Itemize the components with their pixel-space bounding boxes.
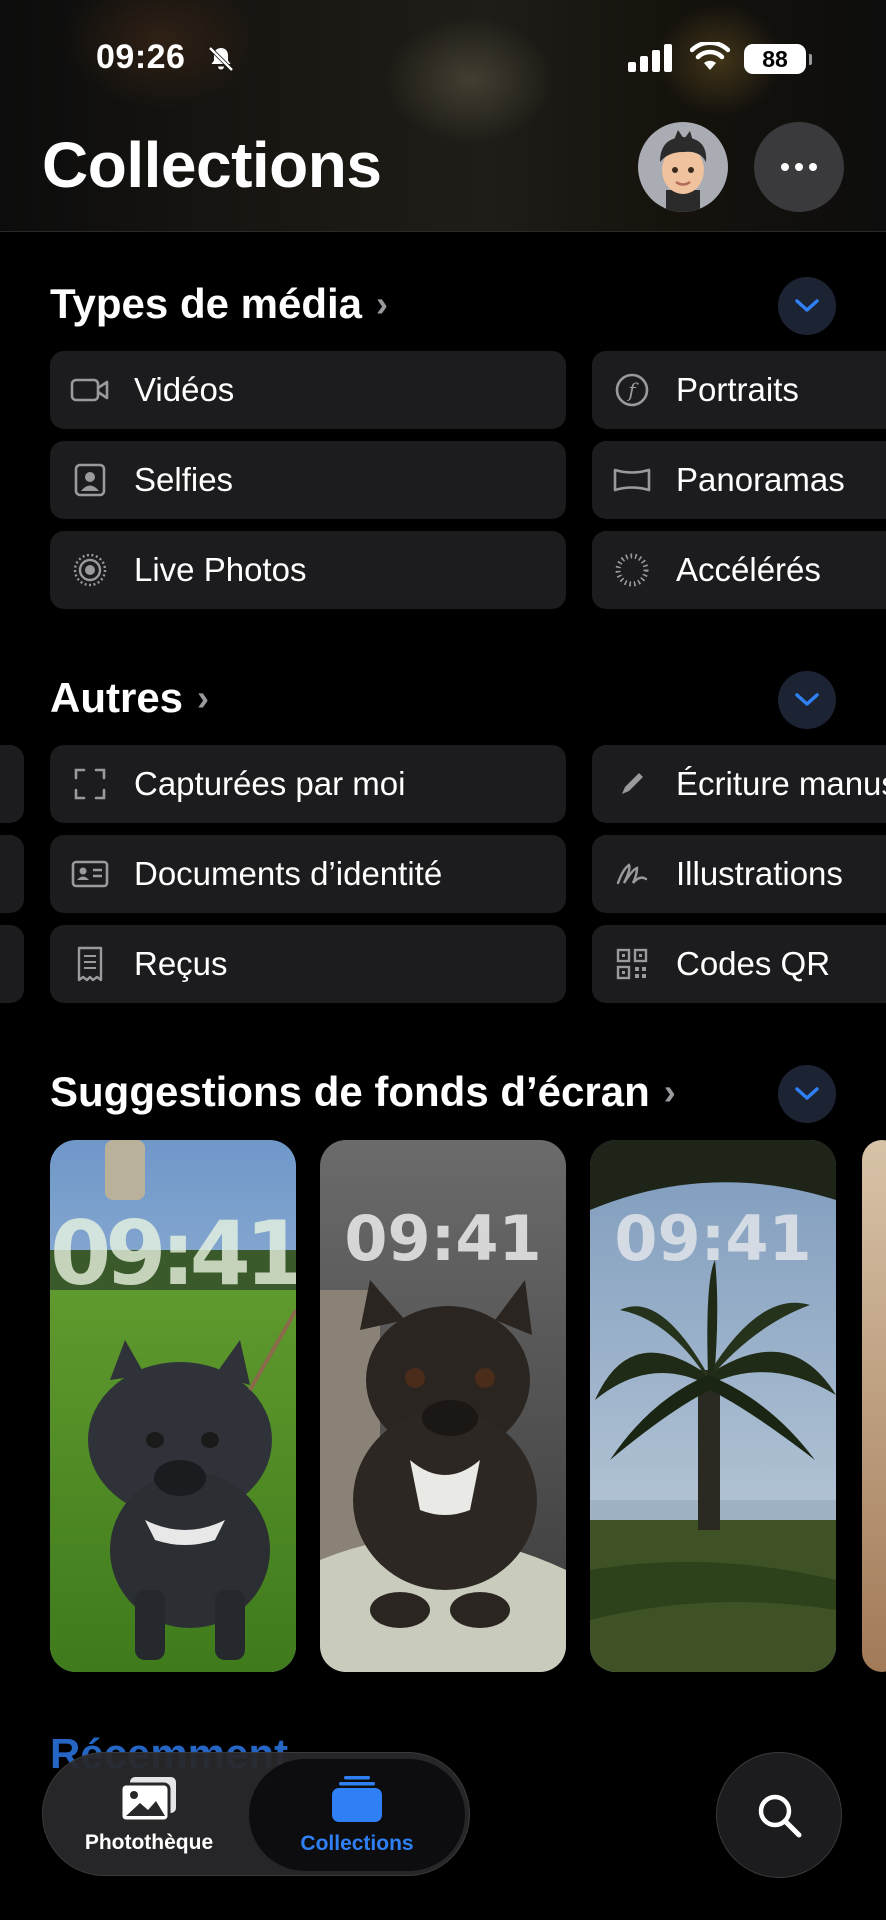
tile-label: Live Photos bbox=[134, 551, 307, 588]
collapse-wallpapers-button[interactable] bbox=[778, 1065, 836, 1123]
chevron-right-icon: › bbox=[376, 283, 389, 324]
tile-videos[interactable]: Vidéos bbox=[50, 351, 566, 429]
section-title: Types de média bbox=[50, 280, 363, 327]
panorama-icon bbox=[612, 460, 652, 500]
cellular-signal-icon bbox=[628, 44, 672, 72]
pencil-icon bbox=[612, 764, 652, 804]
collapse-others-button[interactable] bbox=[778, 671, 836, 729]
tile-partial-left[interactable] bbox=[0, 745, 24, 823]
chevron-down-icon bbox=[795, 299, 819, 312]
section-title: Autres bbox=[50, 674, 184, 721]
dot-icon bbox=[809, 163, 817, 171]
tile-receipts[interactable]: Reçus bbox=[50, 925, 566, 1003]
chevron-down-icon bbox=[795, 1087, 819, 1100]
selfie-person-icon bbox=[70, 460, 110, 500]
tile-partial-left[interactable] bbox=[0, 835, 24, 913]
collapse-media-types-button[interactable] bbox=[778, 277, 836, 335]
wallpaper-clock: 09:41 bbox=[614, 1202, 812, 1275]
tile-label: Panoramas bbox=[676, 461, 845, 498]
collections-stack-icon bbox=[332, 1776, 382, 1822]
search-button[interactable] bbox=[716, 1752, 842, 1878]
tile-partial-left[interactable] bbox=[0, 925, 24, 1003]
avatar[interactable] bbox=[638, 122, 728, 212]
wallpaper-suggestion-partial[interactable] bbox=[862, 1140, 886, 1672]
wallpaper-suggestion[interactable]: 09:41 bbox=[590, 1140, 836, 1672]
tile-handwriting[interactable]: Écriture manuscrite bbox=[592, 745, 886, 823]
tile-label: Écriture manuscrite bbox=[676, 765, 886, 802]
dot-icon bbox=[795, 163, 803, 171]
more-options-button[interactable] bbox=[754, 122, 844, 212]
tile-label: Illustrations bbox=[676, 855, 843, 892]
page-title: Collections bbox=[42, 129, 382, 201]
timelapse-icon bbox=[612, 550, 652, 590]
tile-label: Codes QR bbox=[676, 945, 831, 982]
tab-label: Photothèque bbox=[84, 1831, 214, 1854]
wifi-icon bbox=[690, 42, 730, 70]
tile-id-documents[interactable]: Documents d’identité bbox=[50, 835, 566, 913]
tile-illustrations[interactable]: Illustrations bbox=[592, 835, 886, 913]
tab-collections[interactable]: Collections bbox=[249, 1759, 465, 1871]
wallpaper-suggestion[interactable]: 09:41 bbox=[50, 1140, 296, 1672]
scribble-icon bbox=[612, 854, 652, 894]
tile-label: Reçus bbox=[134, 945, 228, 982]
chevron-right-icon: › bbox=[197, 677, 210, 718]
memoji-icon bbox=[660, 130, 707, 212]
search-icon bbox=[758, 1794, 802, 1838]
tile-label: Portraits bbox=[676, 371, 799, 408]
tile-label: Capturées par moi bbox=[134, 765, 406, 802]
section-title: Suggestions de fonds d’écran bbox=[50, 1068, 650, 1115]
live-photo-icon bbox=[70, 550, 110, 590]
battery-indicator: 88 bbox=[744, 44, 812, 74]
viewfinder-icon bbox=[70, 764, 110, 804]
tile-captured-by-me[interactable]: Capturées par moi bbox=[50, 745, 566, 823]
tile-panoramas[interactable]: Panoramas bbox=[592, 441, 886, 519]
video-camera-icon bbox=[70, 370, 110, 410]
wallpaper-suggestion[interactable]: 09:41 bbox=[320, 1140, 566, 1672]
qr-code-icon bbox=[612, 944, 652, 984]
receipt-icon bbox=[70, 944, 110, 984]
tile-selfies[interactable]: Selfies bbox=[50, 441, 566, 519]
bell-off-icon bbox=[208, 46, 234, 72]
id-card-icon bbox=[70, 854, 110, 894]
tile-qr-codes[interactable]: Codes QR bbox=[592, 925, 886, 1003]
photos-stack-icon bbox=[119, 1777, 176, 1823]
section-header-wallpapers[interactable]: Suggestions de fonds d’écran › bbox=[50, 1068, 676, 1116]
aperture-f-icon: f bbox=[612, 370, 652, 410]
tab-library[interactable]: Photothèque bbox=[49, 1759, 249, 1871]
dot-icon bbox=[781, 163, 789, 171]
chevron-right-icon: › bbox=[663, 1071, 676, 1112]
wallpaper-clock: 09:41 bbox=[344, 1202, 542, 1275]
status-time: 09:26 bbox=[96, 38, 186, 76]
tab-bar: Photothèque Collections bbox=[42, 1752, 470, 1876]
section-header-media-types[interactable]: Types de média › bbox=[50, 280, 388, 328]
tile-label: Vidéos bbox=[134, 371, 235, 408]
tile-label: Accélérés bbox=[676, 551, 821, 588]
tile-live-photos[interactable]: Live Photos bbox=[50, 531, 566, 609]
svg-text:f: f bbox=[626, 378, 639, 402]
chevron-down-icon bbox=[795, 693, 819, 706]
wallpaper-clock: 09:41 bbox=[50, 1202, 296, 1305]
tab-label: Collections bbox=[300, 1832, 414, 1855]
tile-label: Selfies bbox=[134, 461, 234, 498]
tile-timelapse[interactable]: Accélérés bbox=[592, 531, 886, 609]
tile-portraits[interactable]: f Portraits bbox=[592, 351, 886, 429]
section-header-others[interactable]: Autres › bbox=[50, 674, 209, 722]
tile-label: Documents d’identité bbox=[134, 855, 443, 892]
